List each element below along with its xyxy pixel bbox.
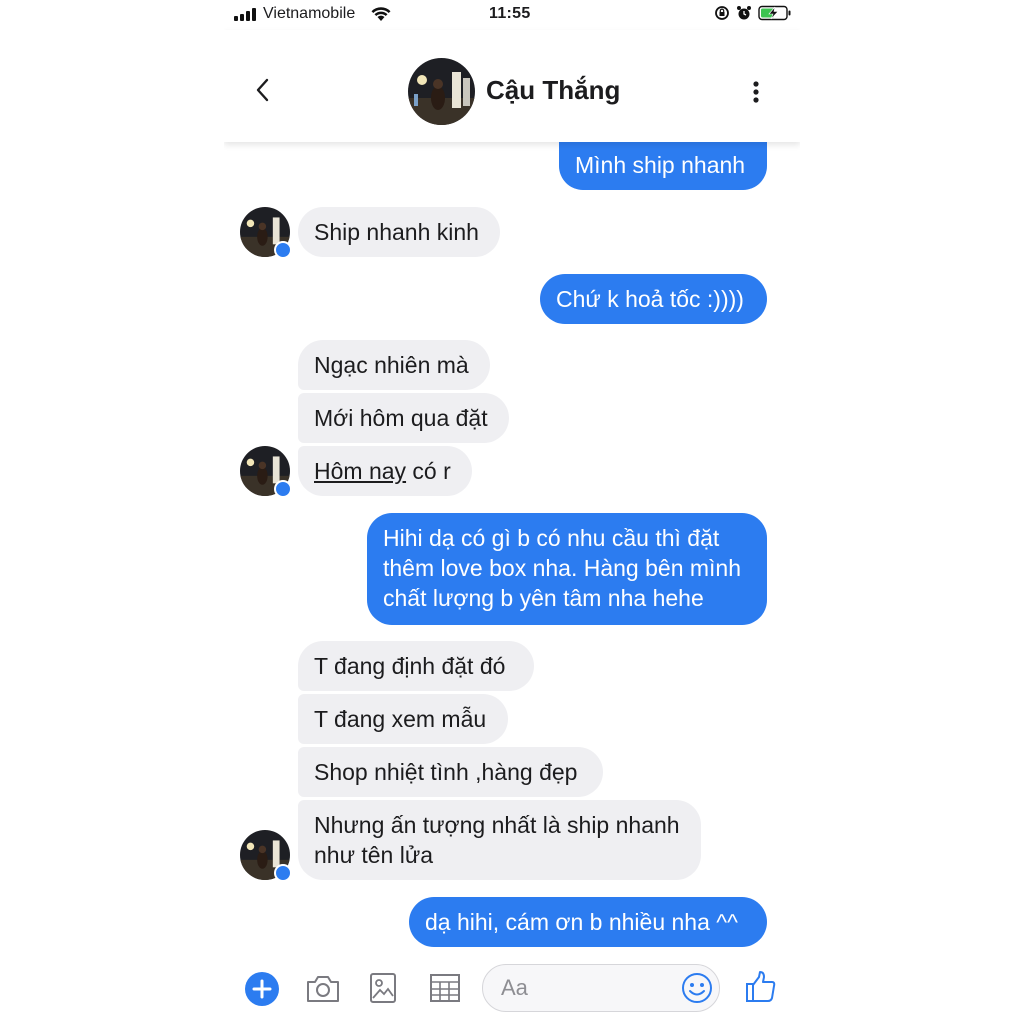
alarm-icon — [736, 5, 752, 26]
phone-screen: Vietnamobile 11:55 Cậu Thắng Mình ship n… — [224, 0, 800, 1024]
message-text: T đang xem mẫu — [314, 706, 487, 732]
message-bubble-incoming[interactable]: Ship nhanh kinh — [298, 207, 500, 257]
carrier-name: Vietnamobile — [263, 5, 356, 22]
signal-icon — [234, 8, 256, 21]
message-link-text[interactable]: Hôm nay — [314, 458, 406, 484]
status-bar: Vietnamobile 11:55 — [224, 0, 800, 30]
message-text: T đang định đặt đó — [314, 653, 506, 679]
message-text-line: Hihi dạ có gì b có nhu cầu thì đặt — [383, 525, 720, 551]
lock-rotation-icon — [714, 5, 730, 26]
sticker-grid-icon[interactable] — [429, 973, 461, 1008]
message-text: Shop nhiệt tình ,hàng đẹp — [314, 759, 578, 785]
message-bubble-outgoing[interactable]: dạ hihi, cám ơn b nhiều nha ^^ — [409, 897, 767, 947]
conversation-header: Cậu Thắng — [224, 30, 800, 142]
wifi-icon — [370, 5, 392, 27]
messenger-badge-icon — [274, 241, 292, 259]
message-text: Chứ k hoả tốc :)))) — [556, 286, 744, 312]
message-text-line: thêm love box nha. Hàng bên mình — [383, 555, 742, 581]
message-text: có r — [406, 458, 451, 484]
message-text: dạ hihi, cám ơn b nhiều nha ^^ — [425, 909, 738, 935]
message-text-line: chất lượng b yên tâm nha hehe — [383, 585, 704, 611]
camera-icon[interactable] — [305, 974, 341, 1009]
thumbs-up-icon[interactable] — [744, 970, 778, 1009]
message-input-placeholder: Aa — [501, 975, 528, 1000]
message-bubble-outgoing[interactable]: Chứ k hoả tốc :)))) — [540, 274, 767, 324]
message-bubble-incoming[interactable]: T đang định đặt đó — [298, 641, 534, 691]
message-bubble-incoming[interactable]: Nhưng ấn tượng nhất là ship nhanh như tê… — [298, 800, 701, 880]
sender-avatar[interactable] — [240, 446, 292, 498]
plus-icon[interactable] — [244, 971, 280, 1012]
contact-avatar[interactable] — [408, 58, 475, 125]
message-bubble-incoming[interactable]: T đang xem mẫu — [298, 694, 508, 744]
sender-avatar[interactable] — [240, 207, 292, 259]
message-bubble-incoming[interactable]: Shop nhiệt tình ,hàng đẹp — [298, 747, 603, 797]
messenger-badge-icon — [274, 480, 292, 498]
message-text: Ngạc nhiên mà — [314, 352, 469, 378]
gallery-icon[interactable] — [369, 972, 397, 1009]
sender-avatar[interactable] — [240, 830, 292, 882]
message-bubble-incoming[interactable]: Mới hôm qua đặt — [298, 393, 509, 443]
back-chevron-icon[interactable] — [254, 76, 272, 109]
status-time: 11:55 — [489, 5, 531, 22]
emoji-icon[interactable] — [681, 972, 713, 1009]
contact-name[interactable]: Cậu Thắng — [486, 75, 620, 106]
message-text: Mình ship nhanh — [575, 152, 746, 178]
battery-icon — [758, 5, 792, 26]
message-text: Mới hôm qua đặt — [314, 405, 488, 431]
message-bubble-outgoing[interactable]: Hihi dạ có gì b có nhu cầu thì đặt thêm … — [367, 513, 767, 625]
message-composer: Aa — [224, 956, 800, 1024]
message-input[interactable]: Aa — [482, 964, 720, 1012]
message-text-line: Nhưng ấn tượng nhất là ship nhanh — [314, 812, 680, 838]
message-bubble-incoming[interactable]: Ngạc nhiên mà — [298, 340, 490, 390]
messenger-badge-icon — [274, 864, 292, 882]
message-text: Ship nhanh kinh — [314, 219, 479, 245]
more-vertical-icon[interactable] — [752, 80, 760, 109]
message-bubble-incoming[interactable]: Hôm nay có r — [298, 446, 472, 496]
message-text-line: như tên lửa — [314, 842, 434, 868]
